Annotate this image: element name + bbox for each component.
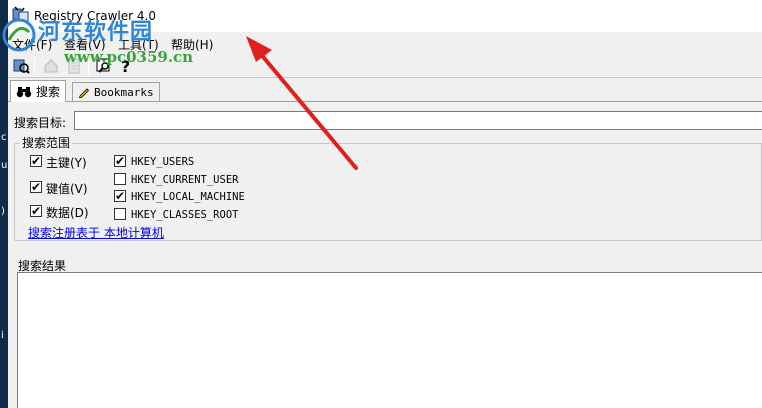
app-icon	[12, 6, 29, 22]
keys-checkbox[interactable]: ✔	[30, 154, 42, 168]
data-checkbox[interactable]: ✔	[30, 204, 42, 218]
hkey-users-checkbox[interactable]: ✔	[114, 154, 126, 168]
tab-search[interactable]: 搜索	[10, 80, 67, 102]
hkey-classes-root-label: HKEY_CLASSES_ROOT	[131, 209, 239, 221]
menu-file[interactable]: 文件(F)	[12, 36, 52, 53]
menu-view[interactable]: 查看(V)	[64, 36, 106, 53]
hkey-current-user-checkbox[interactable]	[114, 173, 126, 185]
title-bar[interactable]: Registry Crawler 4.0	[8, 0, 762, 32]
tab-bookmarks[interactable]: Bookmarks	[72, 82, 160, 101]
keys-checkbox-label: 主键(Y)	[46, 156, 87, 170]
desktop-background: c u ) i	[0, 0, 8, 408]
app-window: Registry Crawler 4.0 文件(F) 查看(V) 工具(T) 帮…	[8, 0, 762, 408]
search-results-list[interactable]	[17, 272, 762, 408]
checkmark-icon: ✔	[114, 154, 126, 168]
search-target-label: 搜索目标:	[14, 116, 67, 130]
help-icon[interactable]: ?	[116, 56, 136, 76]
search-location-link[interactable]: 搜索注册表于 本地计算机	[28, 224, 164, 241]
hkey-current-user-label: HKEY_CURRENT_USER	[131, 174, 239, 186]
find-icon[interactable]	[94, 56, 114, 76]
home-icon[interactable]	[41, 56, 61, 76]
document-icon[interactable]	[64, 56, 84, 76]
hkey-classes-root-checkbox[interactable]	[114, 208, 126, 220]
checkmark-icon: ✔	[30, 180, 42, 194]
search-run-icon[interactable]	[11, 56, 31, 76]
menu-help[interactable]: 帮助(H)	[171, 36, 213, 53]
toolbar: ?	[8, 54, 762, 78]
checkmark-icon: ✔	[114, 189, 126, 203]
search-scope-legend: 搜索范围	[20, 134, 73, 151]
menu-tools[interactable]: 工具(T)	[118, 36, 159, 53]
hkey-local-machine-checkbox[interactable]: ✔	[114, 189, 126, 203]
values-checkbox[interactable]: ✔	[30, 180, 42, 194]
search-panel: 搜索目标: 搜索范围 ✔ 主键(Y) ✔ 键值(V) ✔ 数据(D) ✔ HKE…	[8, 102, 762, 408]
pencil-icon	[79, 88, 90, 98]
menu-bar: 文件(F) 查看(V) 工具(T) 帮助(H)	[8, 33, 762, 53]
svg-text:?: ?	[121, 57, 130, 75]
toolbar-separator	[88, 57, 89, 75]
toolbar-separator	[34, 57, 35, 75]
binoculars-icon	[16, 86, 32, 97]
checkmark-icon: ✔	[30, 204, 42, 218]
search-target-input[interactable]	[74, 111, 762, 130]
checkmark-icon: ✔	[30, 154, 42, 168]
data-checkbox-label: 数据(D)	[46, 206, 89, 220]
tab-search-label: 搜索	[36, 85, 61, 99]
tab-bookmarks-label: Bookmarks	[94, 85, 154, 99]
values-checkbox-label: 键值(V)	[46, 182, 88, 196]
tab-strip: 搜索 Bookmarks	[8, 80, 762, 102]
hkey-local-machine-label: HKEY_LOCAL_MACHINE	[131, 191, 245, 203]
window-title: Registry Crawler 4.0	[34, 9, 156, 23]
hkey-users-label: HKEY_USERS	[131, 156, 195, 168]
